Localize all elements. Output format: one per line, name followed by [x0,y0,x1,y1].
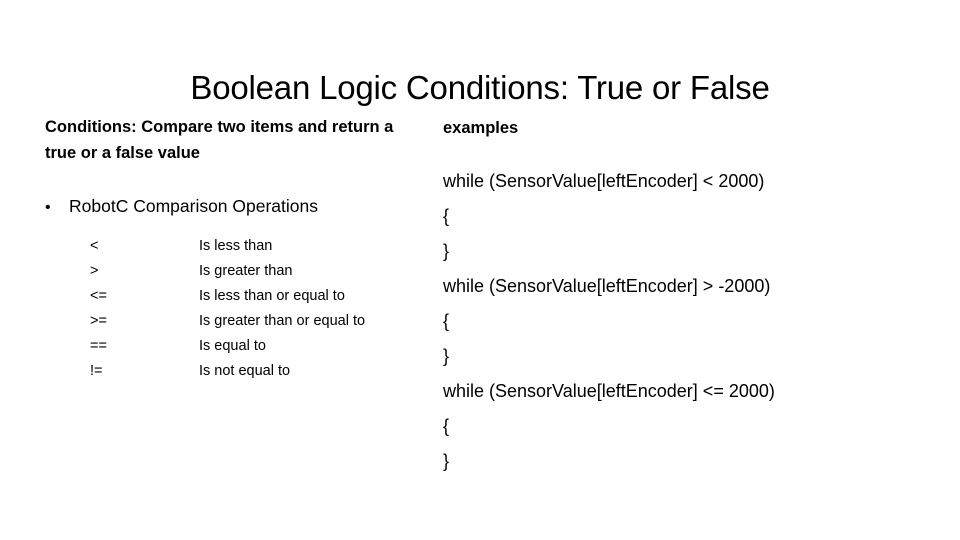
operator-symbol: <= [90,288,107,304]
code-line: { [443,311,450,331]
bullet-point-icon: • [45,199,51,216]
table-row: <= Is less than or equal to [90,284,365,309]
code-line: { [443,206,450,226]
code-line: { [443,416,450,436]
code-examples-block: while (SensorValue[leftEncoder] < 2000) … [443,164,933,479]
right-content-column: examples while (SensorValue[leftEncoder]… [443,116,933,479]
examples-heading: examples [443,119,519,137]
bullet-list-item: • RobotC Comparison Operations [45,194,425,220]
left-content-column: Conditions: Compare two items and return… [45,114,425,384]
slide-canvas: Boolean Logic Conditions: True or False … [0,0,960,540]
code-line: while (SensorValue[leftEncoder] < 2000) [443,171,765,191]
page-title: Boolean Logic Conditions: True or False [190,69,770,107]
code-line: while (SensorValue[leftEncoder] <= 2000) [443,381,775,401]
code-line: } [443,451,450,471]
code-line: } [443,241,450,261]
operator-description: Is not equal to [199,363,291,379]
table-row: == Is equal to [90,334,365,359]
operator-description: Is greater than or equal to [199,313,366,329]
code-line: while (SensorValue[leftEncoder] > -2000) [443,276,771,296]
operator-description: Is less than [199,238,273,254]
operator-symbol: < [90,238,99,254]
operator-symbol: > [90,263,99,279]
bullet-item-label: RobotC Comparison Operations [69,196,319,216]
operator-description: Is greater than [199,263,293,279]
table-row: > Is greater than [90,259,365,284]
table-row: < Is less than [90,234,365,259]
operator-symbol: >= [90,313,107,329]
code-line: } [443,346,450,366]
table-row: >= Is greater than or equal to [90,309,365,334]
lead-paragraph: Conditions: Compare two items and return… [45,118,394,162]
operator-symbol: != [90,363,103,379]
table-row: != Is not equal to [90,359,365,384]
operator-description: Is equal to [199,338,266,354]
operator-description: Is less than or equal to [199,288,345,304]
operator-symbol: == [90,338,107,354]
operators-table-body: < Is less than > Is greater than <= Is l… [90,234,365,384]
comparison-operators-table: < Is less than > Is greater than <= Is l… [90,234,365,384]
